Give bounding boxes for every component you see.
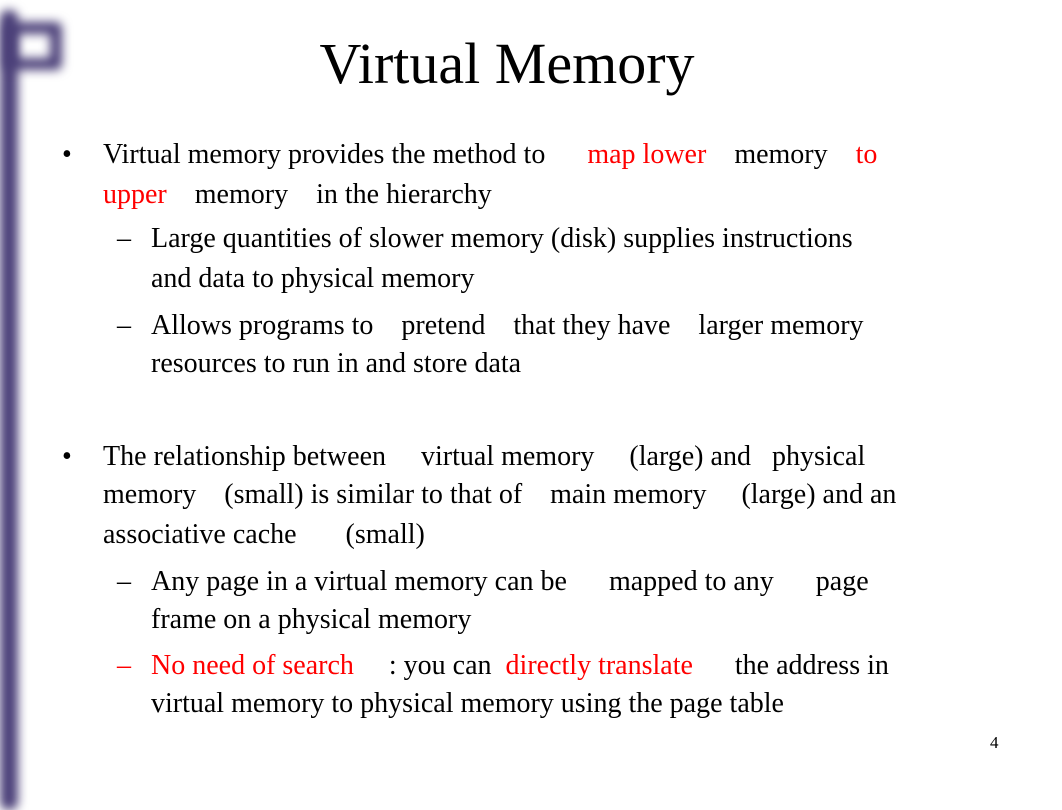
sub-1-line-1: Large quantities of slower memory (disk)…	[151, 223, 853, 254]
sub-2-line-1: Allows programs to pretend that they hav…	[151, 310, 864, 341]
dash: –	[117, 223, 131, 254]
bullet-2-line-2: memory (small) is similar to that of mai…	[103, 479, 897, 510]
highlight: upper	[103, 179, 167, 210]
slide-title: Virtual Memory	[319, 31, 695, 96]
highlight: directly translate	[505, 650, 693, 681]
text: memory in the hierarchy	[166, 179, 492, 210]
bullet: •	[62, 139, 72, 170]
dash: –	[117, 310, 131, 341]
bullet-2-line-1: The relationship between virtual memory …	[103, 441, 866, 472]
highlight: to	[855, 139, 878, 170]
text: memory	[706, 139, 856, 170]
sub-3-line-1: Any page in a virtual memory can be mapp…	[151, 566, 869, 597]
highlight: map lower	[587, 139, 707, 170]
sub-3-line-2: frame on a physical memory	[151, 604, 472, 635]
text: : you can	[353, 650, 506, 681]
highlight: No need of search	[151, 650, 354, 681]
sub-2-line-2: resources to run in and store data	[151, 348, 522, 379]
bullet-1-line-2: upper memory in the hierarchy	[103, 179, 492, 211]
dash: –	[117, 566, 131, 597]
bullet-2-line-3: associative cache (small)	[103, 519, 425, 550]
left-decoration-bar	[0, 10, 18, 810]
page-number: 4	[990, 733, 999, 752]
sub-4-line-1: No need of search : you can directly tra…	[151, 650, 889, 682]
bullet: •	[62, 441, 72, 472]
bullet-1-line-1: Virtual memory provides the method to ma…	[103, 139, 877, 171]
dash: –	[117, 650, 131, 681]
sub-4-line-2: virtual memory to physical memory using …	[151, 688, 784, 719]
sub-1-line-2: and data to physical memory	[151, 263, 475, 294]
text: Virtual memory provides the method to	[103, 139, 588, 170]
text: the address in	[692, 650, 889, 681]
